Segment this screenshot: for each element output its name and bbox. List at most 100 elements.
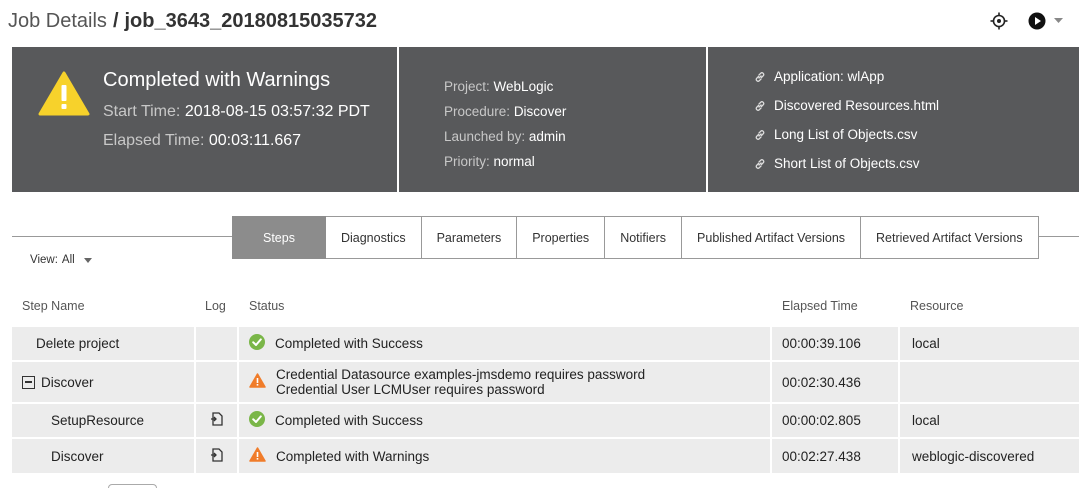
start-time-value: 2018-08-15 03:57:32 PDT <box>184 103 370 120</box>
success-icon <box>249 411 265 430</box>
tab-properties[interactable]: Properties <box>517 216 606 259</box>
project-value: WebLogic <box>493 79 554 94</box>
link-short-list[interactable]: Short List of Objects.csv <box>754 156 920 171</box>
launched-by-label: Launched by: <box>444 129 526 144</box>
view-filter-dropdown[interactable]: View: All <box>30 254 92 266</box>
step-name[interactable]: Discover <box>41 375 94 390</box>
header-actions <box>990 12 1063 30</box>
resource-cell: local <box>900 404 1079 437</box>
status-text: Credential User LCMUser requires passwor… <box>276 382 545 397</box>
success-icon <box>249 334 265 353</box>
tab-diagnostics[interactable]: Diagnostics <box>325 216 422 259</box>
view-filter-value: All <box>61 254 75 266</box>
start-time-label: Start Time: <box>103 103 181 120</box>
status-text: Completed with Warnings <box>276 448 430 464</box>
page-title: Job Details / job_3643_20180815035732 <box>8 10 377 38</box>
column-header-status: Status <box>249 299 285 313</box>
job-id: job_3643_20180815035732 <box>124 10 377 32</box>
resource-cell: local <box>900 327 1079 360</box>
link-label: Discovered Resources.html <box>774 98 940 113</box>
status-text: Completed with Success <box>275 336 423 351</box>
link-application[interactable]: Application: wlApp <box>754 69 884 84</box>
table-row[interactable]: Discover Completed with Warnings 00:02:2… <box>12 439 1079 473</box>
status-cell: Completed with Warnings <box>239 439 770 473</box>
job-meta-panel: Project: WebLogic Procedure: Discover La… <box>399 47 708 192</box>
chevron-down-icon <box>83 257 92 263</box>
run-menu-button[interactable] <box>1028 12 1063 30</box>
step-name-cell: Discover <box>12 362 194 402</box>
project-line: Project: WebLogic <box>444 79 553 94</box>
link-label: Long List of Objects.csv <box>774 127 918 142</box>
elapsed-cell: 00:00:02.805 <box>772 404 898 437</box>
warning-icon <box>38 71 90 121</box>
link-label: Application: wlApp <box>774 69 885 84</box>
table-row[interactable]: SetupResource Completed with Success 00:… <box>12 404 1079 437</box>
play-icon <box>1028 12 1046 30</box>
start-time: Start Time: 2018-08-15 03:57:32 PDT <box>103 103 370 121</box>
resource-cell <box>900 362 1079 402</box>
warning-icon <box>249 447 266 465</box>
status-cell: Completed with Success <box>239 404 770 437</box>
procedure-label: Procedure: <box>444 104 511 119</box>
log-cell <box>196 327 237 360</box>
launched-by-value: admin <box>528 129 566 144</box>
chevron-down-icon <box>1054 18 1063 24</box>
resource-cell: weblogic-discovered <box>900 439 1079 473</box>
job-status: Completed with Warnings <box>103 69 331 91</box>
status-cell: Completed with Success <box>239 327 770 360</box>
elapsed-time: Elapsed Time: 00:03:11.667 <box>103 132 301 150</box>
elapsed-time-label: Elapsed Time: <box>103 132 205 149</box>
tab-retrieved-artifact-versions[interactable]: Retrieved Artifact Versions <box>861 216 1039 259</box>
tab-published-artifact-versions[interactable]: Published Artifact Versions <box>682 216 862 259</box>
tab-steps[interactable]: Steps <box>232 216 326 259</box>
elapsed-cell: 00:02:27.438 <box>772 439 898 473</box>
column-header-log: Log <box>205 299 226 313</box>
step-name-cell[interactable]: SetupResource <box>12 404 194 437</box>
column-header-resource: Resource <box>910 299 964 313</box>
link-icon <box>754 129 766 141</box>
link-icon <box>754 71 766 83</box>
step-name-cell[interactable]: Delete project <box>12 327 194 360</box>
elapsed-cell: 00:02:30.436 <box>772 362 898 402</box>
warning-icon <box>249 373 266 391</box>
view-filter-label: View: <box>30 254 58 266</box>
log-file-icon[interactable] <box>210 447 223 465</box>
elapsed-cell: 00:00:39.106 <box>772 327 898 360</box>
priority-line: Priority: normal <box>444 154 535 169</box>
tab-parameters[interactable]: Parameters <box>421 216 518 259</box>
pagination-control[interactable] <box>108 484 157 488</box>
collapse-icon[interactable] <box>22 375 35 389</box>
column-header-step-name: Step Name <box>22 299 85 313</box>
tab-notifiers[interactable]: Notifiers <box>605 216 683 259</box>
priority-value: normal <box>493 154 535 169</box>
elapsed-time-value: 00:03:11.667 <box>208 132 302 149</box>
breadcrumb-job-details[interactable]: Job Details <box>8 10 107 33</box>
log-cell <box>196 439 237 473</box>
job-summary-banner: Completed with Warnings Start Time: 2018… <box>12 47 1079 192</box>
link-icon <box>754 158 766 170</box>
locate-icon[interactable] <box>990 12 1008 30</box>
project-label: Project: <box>444 79 490 94</box>
link-long-list[interactable]: Long List of Objects.csv <box>754 127 917 142</box>
launched-by-line: Launched by: admin <box>444 129 566 144</box>
table-row[interactable]: Delete project Completed with Success 00… <box>12 327 1079 360</box>
tab-bar: Steps Diagnostics Parameters Properties … <box>232 216 1039 259</box>
link-icon <box>754 100 766 112</box>
status-panel: Completed with Warnings Start Time: 2018… <box>12 47 399 192</box>
log-file-icon[interactable] <box>210 412 223 429</box>
artifact-links-panel: Application: wlApp Discovered Resources.… <box>708 47 1079 192</box>
log-cell <box>196 362 237 402</box>
link-discovered-resources[interactable]: Discovered Resources.html <box>754 98 939 113</box>
procedure-value: Discover <box>513 104 567 119</box>
priority-label: Priority: <box>444 154 490 169</box>
log-cell <box>196 404 237 437</box>
status-text: Completed with Success <box>275 413 423 428</box>
breadcrumb-separator: / <box>112 10 119 32</box>
procedure-line: Procedure: Discover <box>444 104 566 119</box>
step-name-cell[interactable]: Discover <box>12 439 194 473</box>
status-cell: Credential Datasource examples-jmsdemo r… <box>239 362 770 402</box>
column-header-elapsed-time: Elapsed Time <box>782 299 858 313</box>
status-text: Credential Datasource examples-jmsdemo r… <box>276 367 646 382</box>
link-label: Short List of Objects.csv <box>774 156 920 171</box>
table-row[interactable]: Discover Credential Datasource examples-… <box>12 362 1079 402</box>
